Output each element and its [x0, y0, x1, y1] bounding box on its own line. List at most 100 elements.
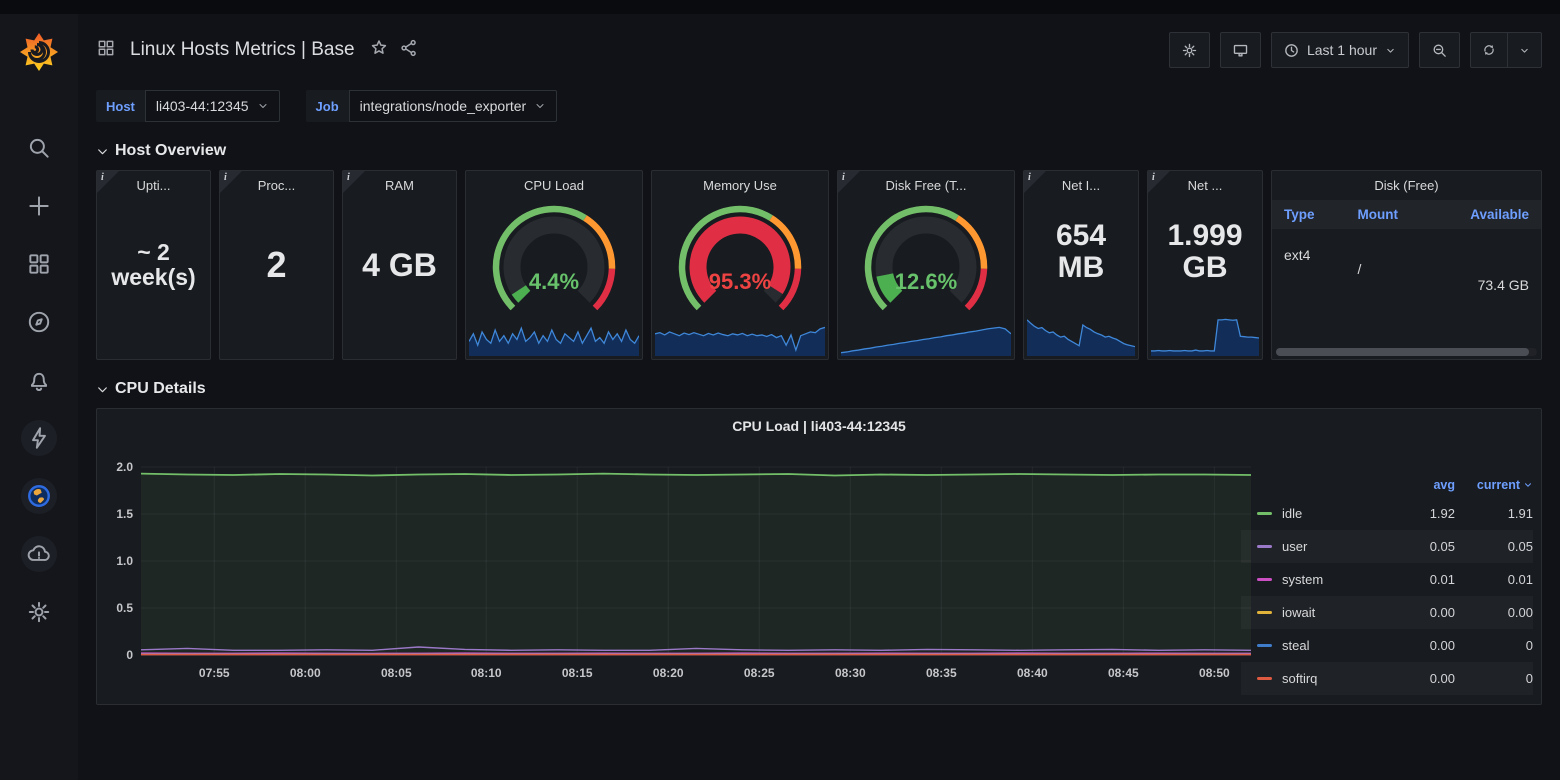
legend-avg-value: 0.00	[1397, 671, 1455, 686]
kiosk-mode-button[interactable]	[1220, 32, 1261, 68]
panel-uptime: i Upti... ~ 2 week(s)	[96, 170, 211, 360]
info-corner-icon[interactable]: i	[1024, 171, 1046, 193]
legend-series-name[interactable]: system	[1282, 572, 1397, 587]
create-plus-icon[interactable]	[21, 188, 57, 224]
info-corner-icon[interactable]: i	[838, 171, 860, 193]
nav-sidebar	[0, 14, 78, 780]
dashboard-grid-icon[interactable]	[96, 38, 116, 63]
panel-cpu-load-gauge: CPU Load 4.4%	[465, 170, 643, 360]
lightning-icon[interactable]	[21, 420, 57, 456]
column-header-mount[interactable]: Mount	[1358, 207, 1439, 222]
settings-gear-icon[interactable]	[21, 594, 57, 630]
memory-use-gauge: 95.3%	[660, 191, 820, 328]
refresh-interval-dropdown[interactable]	[1507, 33, 1541, 67]
legend-avg-value: 0.01	[1397, 572, 1455, 587]
svg-text:08:25: 08:25	[744, 666, 775, 680]
cpu-load-gauge: 4.4%	[474, 191, 634, 328]
time-range-label: Last 1 hour	[1307, 42, 1377, 58]
svg-text:08:40: 08:40	[1017, 666, 1048, 680]
chevron-down-icon	[96, 383, 109, 396]
refresh-button[interactable]	[1471, 33, 1507, 67]
section-cpu-details[interactable]: CPU Details	[96, 380, 206, 398]
series-color-dash-icon	[1257, 578, 1272, 581]
scrollbar-thumb[interactable]	[1276, 348, 1529, 356]
refresh-icon	[1481, 42, 1497, 58]
disk-table-header: Type Mount Available	[1272, 200, 1541, 229]
panel-title[interactable]: Disk Free (T...	[838, 171, 1014, 193]
legend-current-value: 1.91	[1455, 506, 1533, 521]
info-corner-icon[interactable]: i	[220, 171, 242, 193]
panel-title[interactable]: CPU Load	[466, 171, 642, 193]
legend-series-name[interactable]: user	[1282, 539, 1397, 554]
uptime-value: ~ 2 week(s)	[97, 171, 210, 359]
section-host-overview[interactable]: Host Overview	[96, 142, 226, 160]
legend-sort-current[interactable]: current	[1455, 478, 1533, 492]
variable-host-label: Host	[96, 90, 145, 122]
star-icon[interactable]	[369, 38, 389, 63]
dashboard-settings-button[interactable]	[1169, 32, 1210, 68]
dashboard-main: Linux Hosts Metrics | Base	[78, 14, 1560, 780]
info-corner-icon[interactable]: i	[1148, 171, 1170, 193]
table-cell: ext4	[1284, 233, 1358, 293]
info-corner-icon[interactable]: i	[97, 171, 119, 193]
variable-host: Host li403-44:12345	[96, 90, 280, 122]
disk-free-sparkline	[841, 314, 1011, 356]
variable-job: Job integrations/node_exporter	[306, 90, 558, 122]
section-host-overview-label: Host Overview	[115, 142, 226, 160]
svg-text:0.5: 0.5	[116, 601, 133, 615]
svg-text:4.4%: 4.4%	[529, 269, 579, 294]
world-app-globe-icon[interactable]	[21, 478, 57, 514]
legend-current-value: 0.05	[1455, 539, 1533, 554]
host-overview-panels: i Upti... ~ 2 week(s) i Proc... 2 i RAM …	[96, 170, 1542, 360]
variable-host-value: li403-44:12345	[156, 98, 249, 114]
search-icon[interactable]	[21, 130, 57, 166]
svg-text:0: 0	[126, 648, 133, 662]
legend-row: steal0.000	[1241, 629, 1533, 662]
svg-text:08:05: 08:05	[381, 666, 412, 680]
panel-title[interactable]: Memory Use	[652, 171, 828, 193]
explore-compass-icon[interactable]	[21, 304, 57, 340]
legend-sort-avg[interactable]: avg	[1397, 478, 1455, 492]
legend-row: softirq0.000	[1241, 662, 1533, 695]
series-color-dash-icon	[1257, 677, 1272, 680]
alerting-bell-icon[interactable]	[21, 362, 57, 398]
panel-net-out: i Net ... 1.999 GB	[1147, 170, 1263, 360]
legend-series-name[interactable]: softirq	[1282, 671, 1397, 686]
disk-free-gauge: 12.6%	[846, 191, 1006, 328]
legend-series-name[interactable]: steal	[1282, 638, 1397, 653]
disk-table-body: ext4/73.4 GB	[1272, 229, 1541, 297]
refresh-split-button	[1470, 32, 1542, 68]
legend-series-name[interactable]: idle	[1282, 506, 1397, 521]
legend-row: iowait0.000.00	[1241, 596, 1533, 629]
legend-current-value: 0	[1455, 638, 1533, 653]
net-in-sparkline	[1027, 308, 1135, 356]
panel-memory-use-gauge: Memory Use 95.3%	[651, 170, 829, 360]
dashboards-grid-icon[interactable]	[21, 246, 57, 282]
chart-title[interactable]: CPU Load | li403-44:12345	[97, 409, 1541, 434]
template-variables-row: Host li403-44:12345 Job integrations/nod…	[96, 90, 1542, 122]
series-color-dash-icon	[1257, 611, 1272, 614]
variable-host-select[interactable]: li403-44:12345	[145, 90, 280, 122]
share-icon[interactable]	[399, 38, 419, 63]
panel-net-in: i Net I... 654 MB	[1023, 170, 1139, 360]
variable-job-select[interactable]: integrations/node_exporter	[349, 90, 558, 122]
legend-avg-value: 0.00	[1397, 638, 1455, 653]
panel-disk-free-gauge: i Disk Free (T... 12.6%	[837, 170, 1015, 360]
svg-text:08:15: 08:15	[562, 666, 593, 680]
series-color-dash-icon	[1257, 644, 1272, 647]
column-header-available[interactable]: Available	[1438, 207, 1529, 222]
zoom-out-button[interactable]	[1419, 32, 1460, 68]
time-range-picker[interactable]: Last 1 hour	[1271, 32, 1409, 68]
series-color-dash-icon	[1257, 512, 1272, 515]
svg-text:08:10: 08:10	[471, 666, 502, 680]
svg-text:08:00: 08:00	[290, 666, 321, 680]
cloud-alert-icon[interactable]	[21, 536, 57, 572]
grafana-logo-icon[interactable]	[17, 30, 61, 74]
processes-value: 2	[220, 171, 333, 359]
horizontal-scrollbar	[1276, 348, 1537, 356]
legend-series-name[interactable]: iowait	[1282, 605, 1397, 620]
dashboard-header: Linux Hosts Metrics | Base	[96, 14, 1542, 86]
column-header-type[interactable]: Type	[1284, 207, 1358, 222]
panel-title[interactable]: Disk (Free)	[1272, 171, 1541, 193]
info-corner-icon[interactable]: i	[343, 171, 365, 193]
